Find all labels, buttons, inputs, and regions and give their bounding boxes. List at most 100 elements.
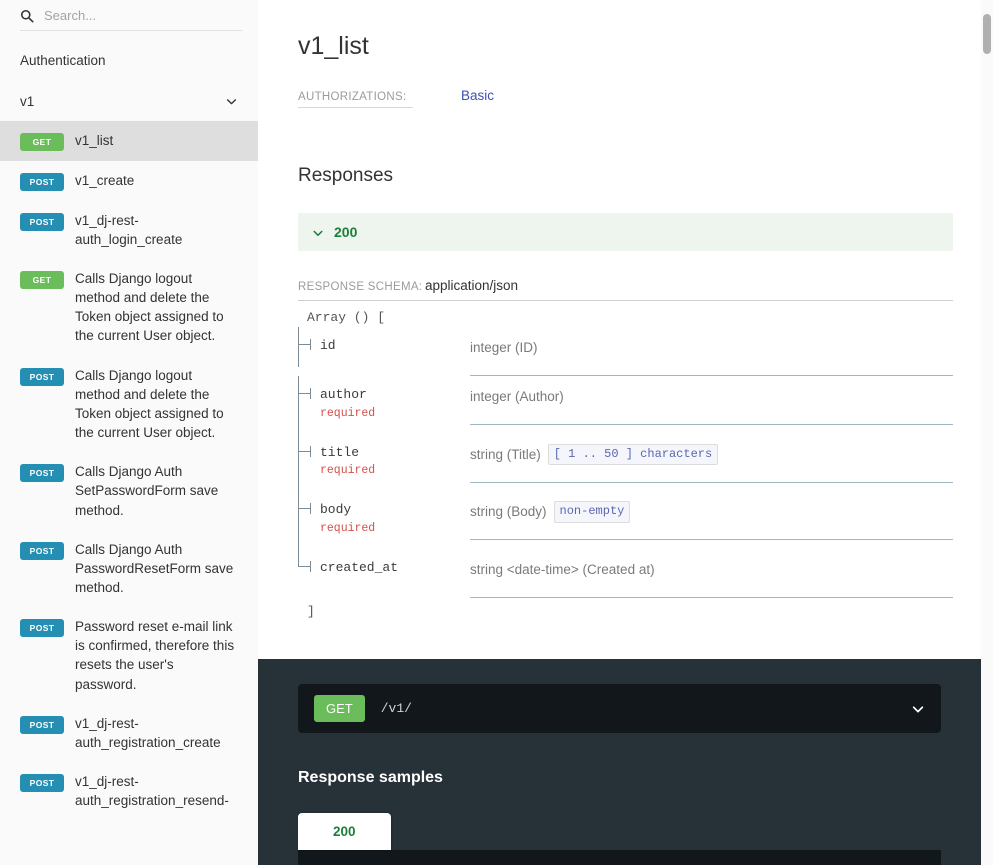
sidebar-group-authentication[interactable]: Authentication [0, 40, 258, 82]
response-schema-value: application/json [425, 278, 519, 294]
page-title: v1_list [298, 32, 369, 60]
tree-connector-tick [310, 339, 311, 351]
sidebar-item-label: v1_list [75, 132, 114, 148]
search-container [0, 0, 258, 40]
schema-property-type: string <date-time> (Created at) [470, 561, 655, 577]
schema-property-name-cell: title required [298, 433, 470, 492]
sidebar-item-operation[interactable]: POST Password reset e-mail link is confir… [0, 607, 258, 704]
sidebar-item-operation[interactable]: GET Calls Django logout method and delete… [0, 259, 258, 356]
schema-array-open: Array () [ [307, 310, 386, 326]
schema-array-close: ] [307, 603, 315, 619]
sidebar-item-label: Calls Django Auth SetPasswordForm save m… [75, 464, 219, 518]
authorizations-value[interactable]: Basic [461, 88, 494, 103]
schema-property-name: created_at [320, 559, 399, 575]
sidebar-section-v1[interactable]: v1 [0, 82, 258, 121]
schema-property-type-cell: integer (ID) [470, 327, 953, 377]
schema-property-name: title [320, 444, 360, 460]
responses-heading: Responses [298, 165, 394, 186]
sample-body: Content type application/json [298, 849, 941, 865]
schema-property-name-cell: author required [298, 376, 470, 434]
tree-connector-tick [310, 445, 311, 457]
response-schema-label: RESPONSE SCHEMA: [298, 281, 423, 294]
tree-vertical-line [298, 433, 299, 492]
schema-property-type-cell: string (Body) non-empty [470, 491, 953, 548]
main-content: v1_list AUTHORIZATIONS: Basic Responses … [258, 0, 993, 865]
http-method-badge: POST [20, 774, 64, 793]
schema-property-type-cell: integer (Author) [470, 376, 953, 433]
schema-property-type: string (Title) [470, 446, 541, 462]
sidebar-item-operation[interactable]: POST v1_dj-rest-auth_registration_create [0, 704, 258, 762]
sidebar-item-label: v1_dj-rest-auth_registration_create [75, 715, 221, 750]
sidebar-item-operation[interactable]: POST Calls Django Auth PasswordResetForm … [0, 530, 258, 607]
main-scrollbar-thumb[interactable] [983, 14, 991, 54]
response-schema-row: RESPONSE SCHEMA: application/json [298, 278, 953, 302]
search-icon [20, 9, 34, 23]
schema-property-row: created_at string <date-time> (Created at… [298, 548, 953, 598]
sidebar-item-operation[interactable]: POST v1_dj-rest-auth_registration_resend- [0, 762, 258, 820]
http-method-badge: POST [20, 172, 64, 191]
http-method-badge: POST [20, 464, 64, 483]
schema-property-name: body [320, 502, 352, 518]
main-scrollbar-track[interactable] [981, 0, 993, 865]
schema-property-name-cell: id [298, 327, 470, 376]
schema-property-type: integer (Author) [470, 389, 564, 405]
authorizations-row: AUTHORIZATIONS: Basic [298, 88, 953, 108]
http-method-badge: POST [20, 541, 64, 560]
schema-property-row: id integer (ID) [298, 327, 953, 377]
sidebar-item-active-operation[interactable]: GET v1_list [0, 120, 258, 161]
operation-body: v1_list AUTHORIZATIONS: Basic Responses … [258, 26, 993, 619]
schema-property-required: required [320, 464, 376, 478]
tree-connector-tick [310, 503, 311, 515]
endpoint-path: /v1/ [380, 701, 412, 716]
sidebar-item-label: Calls Django logout method and delete th… [75, 367, 224, 441]
sidebar-item-operation[interactable]: POST Calls Django Auth SetPasswordForm sa… [0, 452, 258, 529]
sidebar-section-label: v1 [20, 93, 35, 109]
schema-property-name-cell: created_at [298, 548, 470, 598]
schema-property-type: integer (ID) [470, 340, 538, 356]
tree-connector-tick [310, 388, 311, 400]
sidebar-item-operation[interactable]: POST v1_dj-rest-auth_login_create [0, 201, 258, 259]
http-method-badge: POST [20, 619, 64, 638]
schema-property-row: body required string (Body) non-empty [298, 491, 953, 549]
sidebar-operation-list: GET v1_list POST v1_create POST v1_dj-rest-au… [0, 120, 258, 821]
schema-property-type-cell: string <date-time> (Created at) [470, 549, 953, 598]
schema-property-name: author [320, 387, 367, 403]
endpoint-bar[interactable]: GET /v1/ [298, 684, 941, 733]
sidebar-item-label: v1_dj-rest-auth_registration_resend- [75, 774, 229, 809]
schema-property-constraint: [ 1 .. 50 ] characters [547, 443, 719, 466]
authorizations-label: AUTHORIZATIONS: [298, 91, 413, 108]
sidebar-item-label: v1_dj-rest-auth_login_create [75, 212, 183, 247]
tab-200[interactable]: 200 [298, 812, 391, 850]
api-doc-panel: v1_list AUTHORIZATIONS: Basic Responses … [258, 26, 993, 865]
http-method-badge: POST [20, 212, 64, 231]
redoc-app: Authentication v1 GET v1_list POST v1_creat… [0, 0, 993, 865]
tree-connector-tick [310, 560, 311, 572]
schema-property-name-cell: body required [298, 491, 470, 549]
tree-vertical-line [298, 327, 299, 367]
response-200-header[interactable]: 200 [298, 213, 953, 252]
http-method-badge: POST [20, 367, 64, 386]
response-samples-heading: Response samples [298, 769, 443, 786]
sidebar-item-operation[interactable]: POST v1_create [0, 161, 258, 201]
http-method-badge: GET [20, 132, 64, 151]
schema-property-type-cell: string (Title) [ 1 .. 50 ] characters [470, 434, 953, 491]
sidebar-item-operation[interactable]: POST Calls Django logout method and delet… [0, 356, 258, 453]
search-box[interactable] [20, 8, 242, 31]
chevron-down-icon[interactable] [911, 702, 925, 716]
search-input[interactable] [44, 8, 242, 23]
http-method-badge: POST [20, 715, 64, 734]
sidebar-item-label: Calls Django Auth PasswordResetForm save… [75, 541, 234, 596]
status-badge: 200 [334, 224, 358, 241]
schema-property-constraint: non-empty [553, 501, 631, 523]
sidebar-item-label: v1_create [75, 172, 135, 188]
schema-properties-table: id integer (ID) author required integer (Aut… [298, 327, 953, 598]
schema-property-name: id [320, 338, 336, 354]
http-method-badge: GET [20, 270, 64, 290]
tree-vertical-line [298, 491, 299, 549]
schema-property-row: author required integer (Author) [298, 376, 953, 434]
samples-panel: GET /v1/ Response samples 200 Content ty… [258, 659, 981, 865]
schema-property-row: title required string (Title) [ 1 .. 50 ] c… [298, 433, 953, 492]
chevron-down-icon [225, 95, 238, 108]
chevron-down-icon [312, 226, 324, 238]
tree-vertical-line [298, 548, 299, 566]
